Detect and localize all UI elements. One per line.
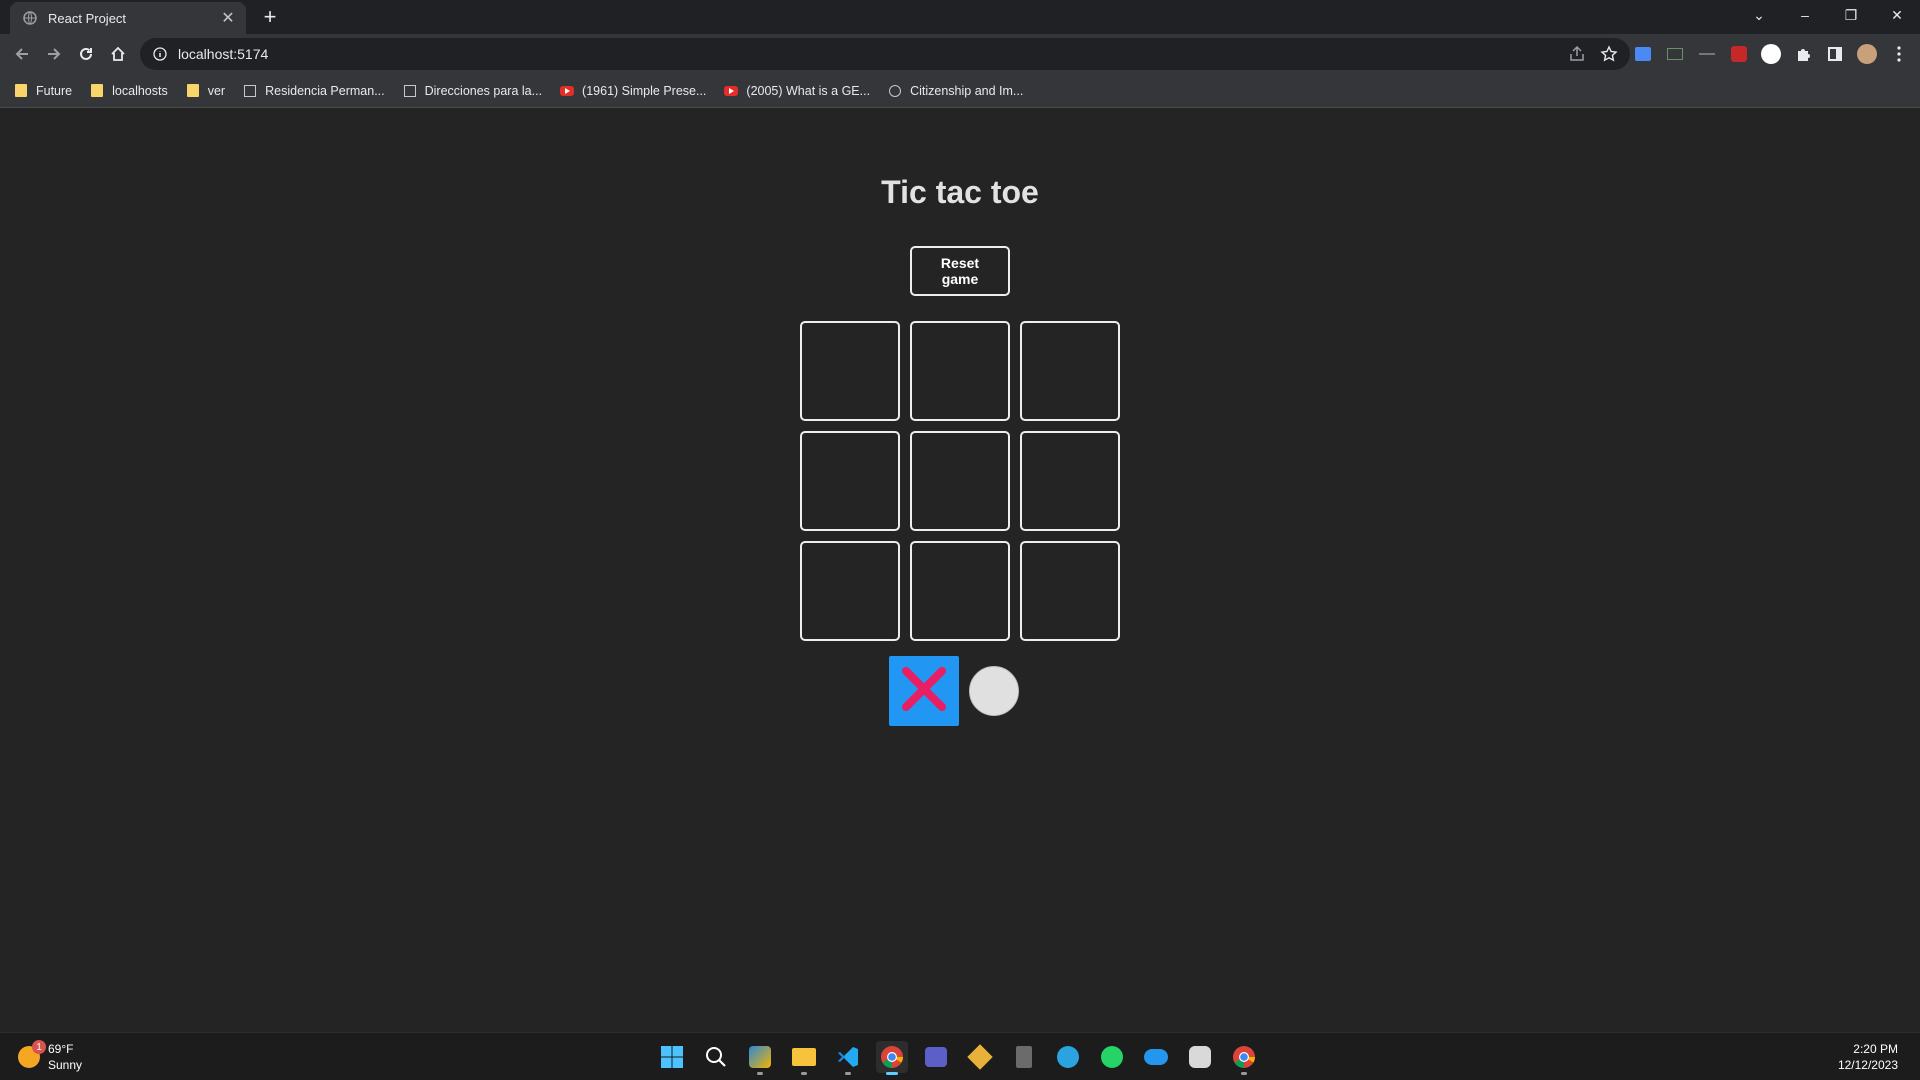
translate-extension-icon[interactable] <box>1630 40 1656 68</box>
teams-icon[interactable] <box>920 1041 952 1073</box>
puzzle-icon[interactable] <box>1790 40 1816 68</box>
bookmark-star-icon[interactable] <box>1600 45 1618 68</box>
taskbar-apps <box>656 1041 1260 1075</box>
vscode-icon[interactable] <box>832 1041 864 1075</box>
bookmarks-bar: Future localhosts ver Residencia Perman.… <box>0 74 1920 108</box>
windows-start-icon[interactable] <box>656 1041 688 1073</box>
globe-icon <box>888 84 902 98</box>
bookmark-label: Citizenship and Im... <box>910 83 1024 98</box>
chrome-icon[interactable] <box>876 1041 908 1075</box>
board-square[interactable] <box>910 541 1010 641</box>
bookmark-future[interactable]: Future <box>14 84 72 98</box>
gov-site-icon <box>243 84 257 98</box>
back-icon[interactable] <box>8 40 36 68</box>
share-icon[interactable] <box>1568 45 1586 68</box>
bookmark-ver[interactable]: ver <box>186 84 225 98</box>
browser-tab-bar: React Project ✕ + ⌄ – ❐ ✕ <box>0 0 1920 34</box>
sun-icon: 1 <box>18 1040 46 1068</box>
forward-icon[interactable] <box>40 40 68 68</box>
restore-icon[interactable]: ❐ <box>1828 0 1874 30</box>
globe-icon <box>22 10 38 26</box>
docker-icon[interactable] <box>1140 1041 1172 1073</box>
url-text: localhost:5174 <box>178 46 269 62</box>
browser-toolbar: localhost:5174 <box>0 34 1920 74</box>
reload-icon[interactable] <box>72 40 100 68</box>
chrome-alt-icon[interactable] <box>1228 1041 1260 1075</box>
calculator-icon[interactable] <box>1008 1041 1040 1073</box>
kebab-menu-icon[interactable] <box>1886 40 1912 68</box>
whatsapp-icon[interactable] <box>1096 1041 1128 1073</box>
tab-search-icon[interactable]: ⌄ <box>1736 0 1782 30</box>
youtube-icon <box>724 84 739 98</box>
close-window-icon[interactable]: ✕ <box>1874 0 1920 30</box>
bookmark-direcciones[interactable]: Direcciones para la... <box>403 84 542 98</box>
bookmark-label: (2005) What is a GE... <box>746 83 871 98</box>
folder-icon <box>186 84 200 98</box>
bookmark-label: (1961) Simple Prese... <box>582 83 707 98</box>
extensions-area <box>1630 40 1912 68</box>
youtube-icon <box>560 84 575 98</box>
search-icon[interactable] <box>700 1041 732 1073</box>
avatar[interactable] <box>1854 40 1880 68</box>
ruler-extension-icon[interactable] <box>1694 40 1720 68</box>
folder-icon <box>90 84 104 98</box>
clock-date: 12/12/2023 <box>1837 1058 1898 1072</box>
window-controls: ⌄ – ❐ ✕ <box>1736 0 1920 30</box>
board-square[interactable] <box>1020 541 1120 641</box>
bookmark-label: Direcciones para la... <box>424 83 543 98</box>
telegram-icon[interactable] <box>1052 1041 1084 1073</box>
notification-badge: 1 <box>32 1040 46 1054</box>
bookmark-citizenship[interactable]: Citizenship and Im... <box>888 84 1023 98</box>
system-clock[interactable]: 2:20 PM 12/12/2023 <box>1838 1041 1898 1073</box>
site-info-icon[interactable] <box>152 46 168 62</box>
minimize-icon[interactable]: – <box>1782 0 1828 30</box>
board-square[interactable] <box>910 321 1010 421</box>
bookmark-label: Future <box>36 83 73 98</box>
bookmark-label: Residencia Perman... <box>265 83 385 98</box>
page-content: Tic tac toe Reset game <box>0 109 1920 1032</box>
clock-app-icon[interactable] <box>1184 1041 1216 1073</box>
file-explorer-icon[interactable] <box>788 1041 820 1075</box>
board-square[interactable] <box>800 431 900 531</box>
board-square[interactable] <box>1020 431 1120 531</box>
x-mark-icon <box>898 663 950 720</box>
screen-extension-icon[interactable] <box>1662 40 1688 68</box>
home-icon[interactable] <box>104 40 132 68</box>
board-square[interactable] <box>800 321 900 421</box>
reset-game-button[interactable]: Reset game <box>910 246 1010 296</box>
address-bar[interactable]: localhost:5174 <box>140 38 1630 70</box>
board-square[interactable] <box>1020 321 1120 421</box>
bookmark-localhosts[interactable]: localhosts <box>90 84 168 98</box>
weather-desc: Sunny <box>48 1058 83 1072</box>
bookmark-label: ver <box>207 83 226 98</box>
os-taskbar: 1 69°F Sunny 2:20 PM 12/12/2023 <box>0 1032 1920 1080</box>
tab-title: React Project <box>48 10 127 26</box>
bookmark-label: localhosts <box>112 83 168 98</box>
circle-extension-icon[interactable] <box>1758 40 1784 68</box>
close-tab-icon[interactable]: ✕ <box>218 8 238 28</box>
page-title: Tic tac toe <box>881 174 1039 210</box>
game-board <box>800 321 1120 641</box>
folder-icon <box>14 84 28 98</box>
weather-widget[interactable]: 1 69°F Sunny <box>18 1040 83 1073</box>
board-square[interactable] <box>800 541 900 641</box>
new-tab-button[interactable]: + <box>258 4 282 29</box>
board-square[interactable] <box>910 431 1010 531</box>
weather-temp: 69°F <box>48 1042 74 1056</box>
widgets-app-icon[interactable] <box>744 1041 776 1075</box>
gov-site-icon <box>403 84 417 98</box>
o-turn-marker <box>969 666 1019 716</box>
git-app-icon[interactable] <box>964 1041 996 1073</box>
side-panel-icon[interactable] <box>1822 40 1848 68</box>
turn-indicator <box>889 656 1019 726</box>
bookmark-residencia[interactable]: Residencia Perman... <box>243 84 385 98</box>
bookmark-youtube-2005[interactable]: (2005) What is a GE... <box>724 84 870 98</box>
clock-time: 2:20 PM <box>1853 1042 1898 1056</box>
browser-tab[interactable]: React Project ✕ <box>10 2 246 34</box>
red-extension-icon[interactable] <box>1726 40 1752 68</box>
x-turn-marker <box>889 656 959 726</box>
bookmark-youtube-1961[interactable]: (1961) Simple Prese... <box>560 84 706 98</box>
